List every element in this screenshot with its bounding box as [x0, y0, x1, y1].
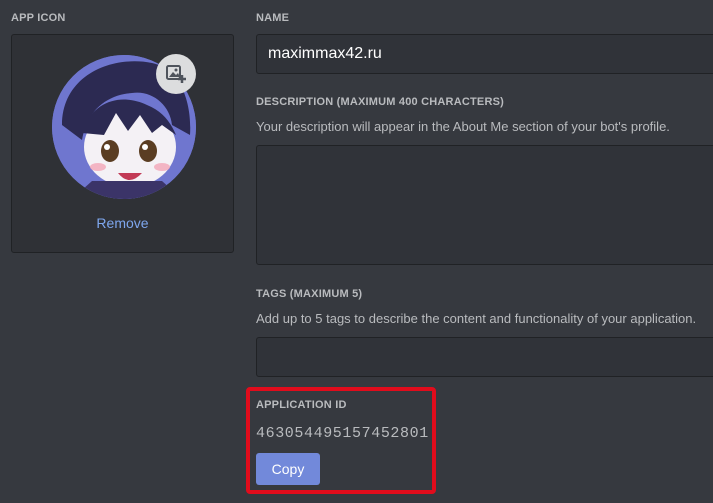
- tags-label: TAGS (MAXIMUM 5): [256, 288, 363, 300]
- app-icon-box[interactable]: Remove: [11, 34, 234, 253]
- application-id-value: 463054495157452801: [256, 425, 429, 442]
- name-input[interactable]: [256, 34, 713, 74]
- add-photo-button[interactable]: [156, 54, 196, 94]
- app-icon-label: APP ICON: [11, 12, 66, 24]
- tags-help: Add up to 5 tags to describe the content…: [256, 311, 697, 326]
- name-label: NAME: [256, 12, 290, 24]
- description-textarea[interactable]: [256, 145, 713, 265]
- description-help: Your description will appear in the Abou…: [256, 119, 670, 134]
- add-photo-icon: [166, 65, 186, 83]
- description-label: DESCRIPTION (MAXIMUM 400 CHARACTERS): [256, 96, 504, 108]
- copy-button[interactable]: Copy: [256, 453, 320, 485]
- remove-icon-link[interactable]: Remove: [12, 215, 233, 231]
- tags-input[interactable]: [256, 337, 713, 377]
- application-id-label: APPLICATION ID: [256, 399, 347, 411]
